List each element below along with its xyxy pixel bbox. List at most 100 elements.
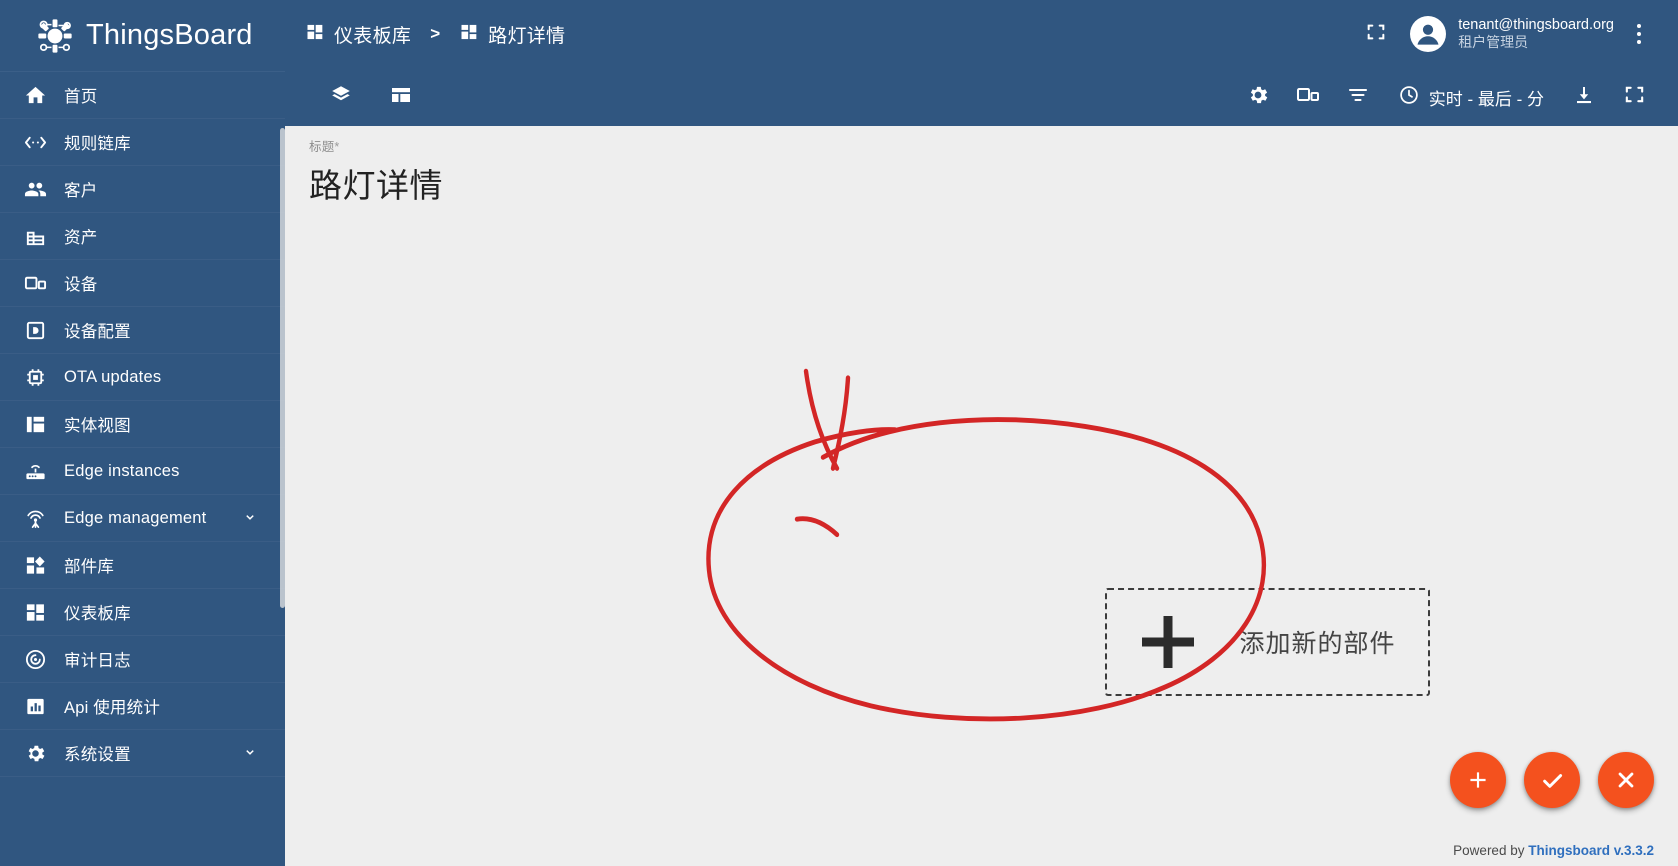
ota-chip-icon (22, 364, 48, 390)
sidebar-item-label: 仪表板库 (64, 605, 131, 623)
sidebar-nav: 首页 规则链库 客户 资产 设备 设备配置 OTA updates 实体视图 E… (0, 72, 285, 866)
footer-prefix: Powered by (1453, 843, 1529, 858)
home-icon (22, 82, 48, 108)
fullscreen-button[interactable] (1354, 12, 1398, 56)
breadcrumb: 仪表板库 > 路灯详情 (305, 21, 565, 48)
sidebar-item-ota-updates[interactable]: OTA updates (0, 354, 285, 401)
sidebar-item-system-settings[interactable]: 系统设置 (0, 730, 285, 777)
plus-icon (1139, 613, 1197, 671)
breadcrumb-item-current-dashboard[interactable]: 路灯详情 (459, 21, 565, 48)
sidebar-item-api-usage[interactable]: Api 使用统计 (0, 683, 285, 730)
entity-aliases-button[interactable] (1286, 75, 1330, 119)
filter-icon (1346, 83, 1370, 112)
account-circle-icon (1410, 16, 1447, 52)
sidebar-item-edge-management[interactable]: Edge management (0, 495, 285, 542)
breadcrumb-separator: > (430, 24, 441, 43)
sidebar-item-label: 设备配置 (64, 323, 131, 341)
fullscreen-icon (1365, 21, 1387, 48)
dashboard-toolbar-left (319, 75, 423, 119)
footer: Powered by Thingsboard v.3.3.2 (1453, 843, 1654, 858)
rule-chain-icon (22, 129, 48, 155)
export-dashboard-button[interactable] (1562, 75, 1606, 119)
settings-gear-icon (22, 740, 48, 766)
user-info: tenant@thingsboard.org 租户管理员 (1458, 16, 1614, 52)
sidebar-item-label: 资产 (64, 229, 98, 247)
more-vertical-icon[interactable] (1622, 12, 1656, 56)
user-menu[interactable]: tenant@thingsboard.org 租户管理员 (1410, 16, 1614, 52)
sidebar-item-edge-instances[interactable]: Edge instances (0, 448, 285, 495)
sidebar-item-label: 审计日志 (64, 652, 131, 670)
sidebar-item-devices[interactable]: 设备 (0, 260, 285, 307)
dashboard-settings-button[interactable] (1236, 75, 1280, 119)
dashboard-states-button[interactable] (319, 75, 363, 119)
assets-icon (22, 223, 48, 249)
timewindow-button[interactable]: 实时 - 最后 - 分 (1386, 77, 1556, 118)
breadcrumb-label: 仪表板库 (334, 25, 412, 47)
dashboard-toolbar: 实时 - 最后 - 分 (285, 68, 1678, 126)
top-toolbar: 仪表板库 > 路灯详情 tenant@thingsboard.org 租户管理员 (285, 0, 1678, 68)
sidebar-item-label: 部件库 (64, 558, 115, 576)
sidebar-item-label: OTA updates (64, 367, 162, 386)
dashboard-layout-icon (389, 83, 413, 112)
sidebar-item-home[interactable]: 首页 (0, 72, 285, 119)
breadcrumb-label: 路灯详情 (488, 25, 566, 47)
filters-button[interactable] (1336, 75, 1380, 119)
router-icon (22, 458, 48, 484)
add-new-widget-button[interactable]: 添加新的部件 (1105, 588, 1430, 696)
edge-antenna-icon (22, 505, 48, 531)
main-area: 仪表板库 > 路灯详情 tenant@thingsboard.org 租户管理员… (285, 0, 1678, 866)
clock-icon (1398, 84, 1420, 111)
breadcrumb-item-dashboards[interactable]: 仪表板库 (305, 21, 411, 48)
devices-icon (1296, 83, 1320, 112)
sidebar-item-audit-logs[interactable]: 审计日志 (0, 636, 285, 683)
apply-changes-fab[interactable] (1524, 752, 1580, 808)
sidebar-item-label: 实体视图 (64, 417, 131, 435)
api-usage-icon (22, 693, 48, 719)
sidebar-item-label: Api 使用统计 (64, 699, 161, 717)
footer-version-link[interactable]: Thingsboard v.3.3.2 (1528, 843, 1654, 858)
sidebar-item-widget-library[interactable]: 部件库 (0, 542, 285, 589)
sidebar-item-label: 客户 (64, 182, 98, 200)
devices-icon (22, 270, 48, 296)
add-widget-label: 添加新的部件 (1239, 630, 1396, 658)
user-role: 租户管理员 (1458, 34, 1529, 51)
dashboard-library-icon (459, 22, 479, 47)
expand-dashboard-button[interactable] (1612, 75, 1656, 119)
widget-library-icon (22, 552, 48, 578)
sidebar-item-label: 规则链库 (64, 135, 131, 153)
required-asterisk: * (334, 140, 340, 154)
sidebar-item-device-profiles[interactable]: 设备配置 (0, 307, 285, 354)
thingsboard-app: ThingsBoard 首页 规则链库 客户 资产 设备 设备配置 OTA up… (0, 0, 1678, 866)
manage-layouts-button[interactable] (379, 75, 423, 119)
brand-logo-area[interactable]: ThingsBoard (0, 0, 285, 72)
cancel-changes-fab[interactable] (1598, 752, 1654, 808)
sidebar-item-dashboard-library[interactable]: 仪表板库 (0, 589, 285, 636)
chevron-down-icon[interactable] (241, 509, 259, 527)
dashboard-content: 标题* 路灯详情 添加新的部件 Powered by Thingsboard v… (285, 126, 1678, 866)
dashboard-library-icon (305, 22, 325, 47)
sidebar-item-assets[interactable]: 资产 (0, 213, 285, 260)
sidebar-item-label: 设备 (64, 276, 98, 294)
thingsboard-logo-icon (34, 15, 76, 57)
sidebar-item-rule-chains[interactable]: 规则链库 (0, 119, 285, 166)
device-profile-icon (22, 317, 48, 343)
dashboard-fab-group (1450, 752, 1654, 808)
top-toolbar-right: tenant@thingsboard.org 租户管理员 (1354, 12, 1656, 56)
dashboard-library-icon (22, 599, 48, 625)
sidebar-item-entity-views[interactable]: 实体视图 (0, 401, 285, 448)
user-email: tenant@thingsboard.org (1458, 17, 1614, 34)
title-label-text: 标题 (309, 140, 335, 154)
chevron-down-icon[interactable] (241, 744, 259, 762)
download-icon (1572, 83, 1596, 112)
layers-icon (329, 83, 353, 112)
sidebar-item-label: 系统设置 (64, 746, 131, 764)
audit-log-icon (22, 646, 48, 672)
gear-icon (1246, 83, 1270, 112)
entity-view-icon (22, 411, 48, 437)
customers-icon (22, 176, 48, 202)
brand-name: ThingsBoard (86, 19, 253, 51)
dashboard-title-field[interactable]: 标题* 路灯详情 (285, 126, 1678, 207)
add-widget-fab[interactable] (1450, 752, 1506, 808)
dashboard-title-input[interactable]: 路灯详情 (309, 159, 509, 207)
sidebar-item-customers[interactable]: 客户 (0, 166, 285, 213)
